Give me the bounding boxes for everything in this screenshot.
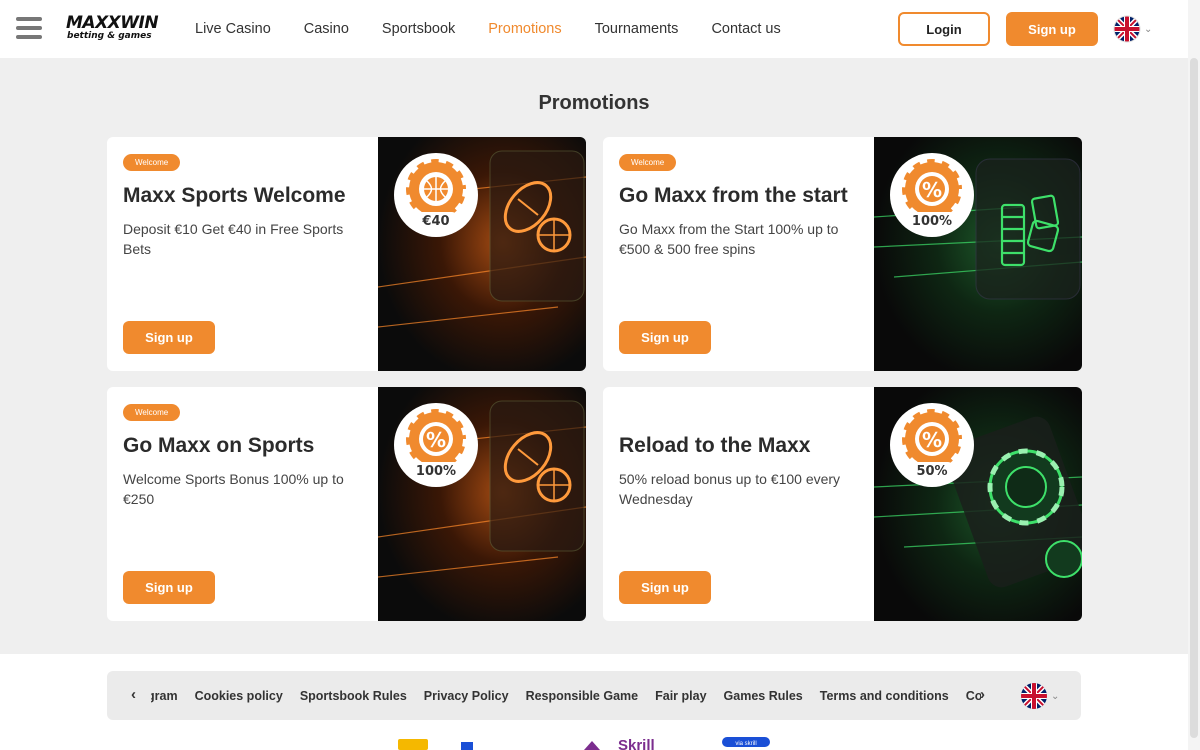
footer-links-bar: ‹ gram Cookies policy Sportsbook Rules P… [107,671,1081,720]
footer-link-terms[interactable]: Terms and conditions [820,689,949,703]
main-nav: Live Casino Casino Sportsbook Promotions… [195,0,814,58]
promo-card: Reload to the Maxx 50% reload bonus up t… [603,387,1082,621]
promo-title: Reload to the Maxx [619,434,811,457]
footer-link-contact[interactable]: Contact: [966,689,981,703]
promo-description: 50% reload bonus up to €100 every Wednes… [619,471,841,507]
footer-links: gram Cookies policy Sportsbook Rules Pri… [151,671,981,720]
svg-text:100%: 100% [912,214,952,229]
footer: ‹ gram Cookies policy Sportsbook Rules P… [0,654,1188,750]
promo-title: Go Maxx on Sports [123,434,315,457]
chevron-right-icon[interactable]: › [980,686,985,703]
promo-title: Maxx Sports Welcome [123,184,346,207]
footer-language-selector[interactable]: ⌄ [1020,682,1059,710]
nav-live-casino[interactable]: Live Casino [195,21,271,37]
top-header: MAXXWIN betting & games Live Casino Casi… [0,0,1188,58]
footer-link-games-rules[interactable]: Games Rules [724,689,803,703]
footer-link-responsible-game[interactable]: Responsible Game [526,689,639,703]
welcome-badge: Welcome [123,154,181,171]
promo-signup-button[interactable]: Sign up [619,571,711,604]
promo-image-sports: % 100% [378,387,586,621]
footer-link-privacy[interactable]: Privacy Policy [424,689,509,703]
promo-card: Welcome Go Maxx on Sports Welcome Sports… [107,387,586,621]
chevron-down-icon: ⌄ [1144,23,1153,35]
svg-text:100%: 100% [416,464,456,479]
signup-button[interactable]: Sign up [1006,12,1098,46]
nav-tournaments[interactable]: Tournaments [595,21,679,37]
promo-card: Welcome Go Maxx from the start Go Maxx f… [603,137,1082,371]
login-button[interactable]: Login [898,12,990,46]
maxxwin-logo[interactable]: MAXXWIN betting & games [66,14,170,46]
svg-text:50%: 50% [916,464,947,479]
menu-icon[interactable] [16,17,42,39]
footer-link-fair-play[interactable]: Fair play [655,689,706,703]
promo-description: Welcome Sports Bonus 100% up to €250 [123,471,344,507]
language-selector[interactable]: ⌄ [1113,15,1152,43]
payment-logos: Skrill via skrill [398,737,770,750]
chevron-left-icon[interactable]: ‹ [131,686,136,703]
promo-image-chip: % 50% [874,387,1082,621]
promo-description: Go Maxx from the Start 100% up to €500 &… [619,221,839,257]
svg-text:%: % [922,428,942,452]
svg-text:%: % [922,178,942,202]
footer-link-cookies[interactable]: Cookies policy [195,689,283,703]
svg-text:via skrill: via skrill [735,741,756,747]
promo-image-casino: % 100% [874,137,1082,371]
promo-description: Deposit €10 Get €40 in Free Sports Bets [123,221,344,257]
promo-card: Welcome Maxx Sports Welcome Deposit €10 … [107,137,586,371]
footer-link-sportsbook-rules[interactable]: Sportsbook Rules [300,689,407,703]
chevron-down-icon: ⌄ [1051,690,1060,702]
welcome-badge: Welcome [123,404,181,421]
svg-text:€40: €40 [421,214,449,229]
promo-image-sports: €40 [378,137,586,371]
nav-sportsbook[interactable]: Sportsbook [382,21,455,37]
page-title: Promotions [538,92,650,114]
nav-promotions[interactable]: Promotions [488,21,561,37]
chip-badge: €40 [394,153,478,237]
welcome-badge: Welcome [619,154,677,171]
svg-text:%: % [426,428,446,452]
uk-flag-icon [1021,683,1047,709]
nav-casino[interactable]: Casino [304,21,349,37]
scrollbar-thumb[interactable] [1190,58,1198,738]
nav-contact-us[interactable]: Contact us [711,21,780,37]
footer-link-program[interactable]: gram [151,689,178,703]
promo-title: Go Maxx from the start [619,184,848,207]
svg-text:Skrill: Skrill [618,737,655,750]
scrollbar[interactable] [1188,0,1200,750]
promo-signup-button[interactable]: Sign up [619,321,711,354]
uk-flag-icon [1113,15,1141,43]
promo-signup-button[interactable]: Sign up [123,321,215,354]
promo-signup-button[interactable]: Sign up [123,571,215,604]
